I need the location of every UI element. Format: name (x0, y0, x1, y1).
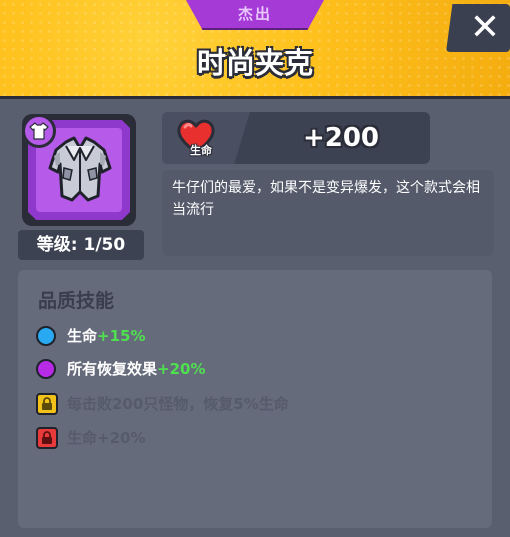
purple-circle-icon (36, 359, 56, 379)
rarity-label: 杰出 (237, 5, 272, 23)
stat-value: +200 (302, 123, 380, 153)
description-text: 牛仔们的最爱，如果不是变异爆发，这个款式会相当流行 (172, 180, 480, 218)
skill-label: 生命+20% (67, 429, 146, 447)
skill-text: 生命+15% (67, 324, 146, 348)
shirt-icon (29, 122, 49, 140)
lock-glyph-icon (42, 431, 52, 444)
skill-text: 所有恢复效果+20% (67, 357, 206, 381)
lock-glyph-icon (42, 397, 52, 410)
skills-title: 品质技能 (38, 290, 115, 312)
skill-bonus: +15% (97, 327, 146, 345)
jacket-icon (48, 136, 112, 202)
close-icon[interactable]: ✕ (465, 8, 505, 48)
skill-label: 每击败200只怪物，恢复5%生命 (67, 395, 289, 413)
skill-label: 生命 (67, 327, 98, 345)
skill-bonus: +20% (157, 360, 206, 378)
item-title: 时尚夹克 (196, 46, 313, 80)
level-text: 等级: 1/50 (36, 235, 126, 255)
stat-label: 生命 (190, 144, 212, 157)
blue-circle-icon (36, 326, 56, 346)
skill-label: 所有恢复效果 (67, 360, 158, 378)
lock-icon (36, 427, 58, 449)
lock-icon (36, 393, 58, 415)
item-detail-panel: 杰出 时尚夹克 ✕ 等级: 1/50 生命 +200 牛仔们的最爱，如果不是变异… (0, 0, 510, 537)
